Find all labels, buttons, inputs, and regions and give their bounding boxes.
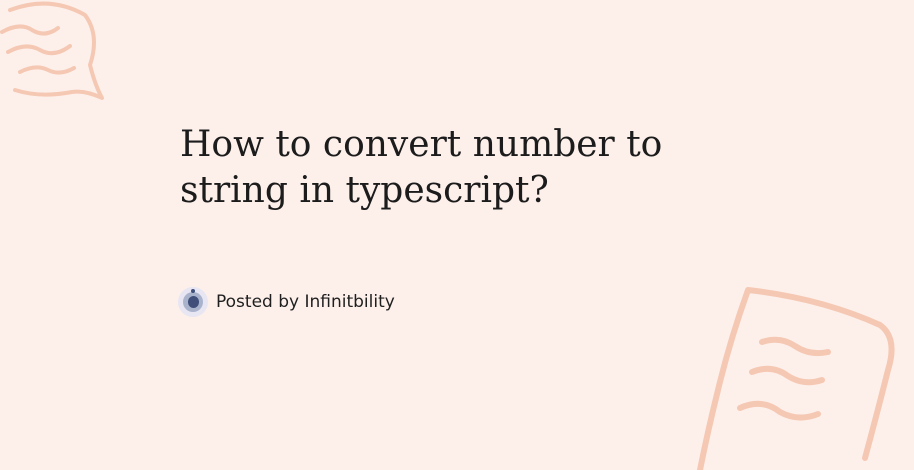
author-byline: Posted by Infinitbility bbox=[178, 285, 395, 319]
author-name: Infinitbility bbox=[304, 292, 395, 312]
posted-by-text: Posted by Infinitbility bbox=[216, 292, 395, 312]
speech-bubble-doodle-icon bbox=[0, 1, 104, 100]
posted-by-label: Posted by bbox=[216, 292, 300, 312]
author-avatar-icon bbox=[178, 287, 208, 317]
post-title: How to convert number to string in types… bbox=[180, 124, 663, 211]
note-card-doodle-icon bbox=[697, 287, 895, 470]
